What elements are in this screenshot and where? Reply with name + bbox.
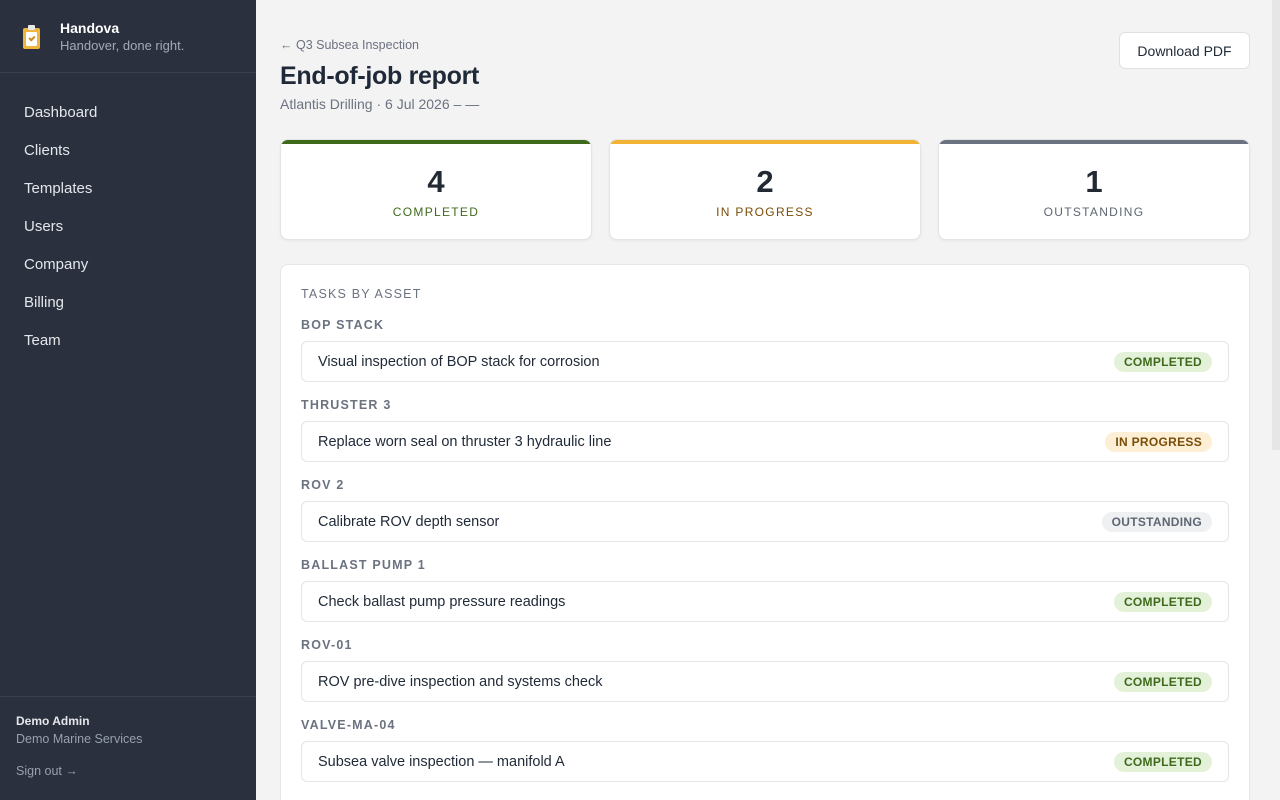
task-title: Visual inspection of BOP stack for corro… xyxy=(318,353,600,370)
asset-group: VALVE-MA-04 Subsea valve inspection — ma… xyxy=(301,718,1229,782)
task-title: ROV pre-dive inspection and systems chec… xyxy=(318,673,603,690)
asset-label: VALVE-MA-04 xyxy=(301,718,396,732)
sidebar-item-team[interactable]: Team xyxy=(0,321,256,359)
status-badge: COMPLETED xyxy=(1113,591,1212,612)
page-subtitle: Atlantis Drilling · 6 Jul 2026 – — xyxy=(280,96,480,112)
stat-value: 1 xyxy=(1085,164,1103,199)
asset-label: BALLAST PUMP 1 xyxy=(301,558,426,572)
stat-accent-bar xyxy=(281,140,591,144)
task-title: Replace worn seal on thruster 3 hydrauli… xyxy=(318,433,612,450)
status-badge: COMPLETED xyxy=(1113,751,1212,772)
sidebar-item-templates[interactable]: Templates xyxy=(0,169,256,207)
task-row[interactable]: Visual inspection of BOP stack for corro… xyxy=(301,341,1229,382)
status-badge: COMPLETED xyxy=(1113,351,1212,372)
asset-group: ROV-01 ROV pre-dive inspection and syste… xyxy=(301,638,1229,702)
main-content: ← Q3 Subsea Inspection End-of-job report… xyxy=(256,0,1280,800)
asset-label: THRUSTER 3 xyxy=(301,398,392,412)
asset-group: BALLAST PUMP 1 Check ballast pump pressu… xyxy=(301,558,1229,622)
sidebar-item-billing[interactable]: Billing xyxy=(0,283,256,321)
asset-label: ROV 2 xyxy=(301,478,345,492)
scrollbar[interactable] xyxy=(1272,0,1280,450)
status-badge: COMPLETED xyxy=(1113,671,1212,692)
download-pdf-button[interactable]: Download PDF xyxy=(1119,32,1250,69)
stat-accent-bar xyxy=(939,140,1249,144)
sign-out-link[interactable]: Sign out → xyxy=(16,764,78,778)
stat-label: COMPLETED xyxy=(392,205,480,219)
sidebar-item-clients[interactable]: Clients xyxy=(0,131,256,169)
task-row[interactable]: Replace worn seal on thruster 3 hydrauli… xyxy=(301,421,1229,462)
stat-card-outstanding: 1 OUTSTANDING xyxy=(938,139,1250,240)
task-row[interactable]: Check ballast pump pressure readings COM… xyxy=(301,581,1229,622)
asset-label: BOP STACK xyxy=(301,318,385,332)
page-title: End-of-job report xyxy=(280,62,480,90)
stat-card-completed: 4 COMPLETED xyxy=(280,139,592,240)
section-heading: TASKS BY ASSET xyxy=(301,287,422,301)
asset-group: ROV 2 Calibrate ROV depth sensor OUTSTAN… xyxy=(301,478,1229,542)
stat-value: 2 xyxy=(756,164,774,199)
user-name: Demo Admin xyxy=(16,714,90,728)
brand-tagline: Handover, done right. xyxy=(60,38,185,53)
task-title: Calibrate ROV depth sensor xyxy=(318,513,500,530)
sidebar-item-users[interactable]: Users xyxy=(0,207,256,245)
tasks-by-asset-card: TASKS BY ASSET BOP STACK Visual inspecti… xyxy=(280,264,1250,800)
sidebar-item-dashboard[interactable]: Dashboard xyxy=(0,93,256,131)
stat-accent-bar xyxy=(610,140,920,144)
breadcrumb-back-link[interactable]: ← Q3 Subsea Inspection xyxy=(280,38,419,52)
status-badge: IN PROGRESS xyxy=(1105,431,1212,452)
task-title: Subsea valve inspection — manifold A xyxy=(318,753,565,770)
stat-label: OUTSTANDING xyxy=(1043,205,1145,219)
task-title: Check ballast pump pressure readings xyxy=(318,593,566,610)
user-panel: Demo Admin Demo Marine Services Sign out… xyxy=(0,696,256,800)
brand-name: Handova xyxy=(60,20,120,36)
asset-label: ROV-01 xyxy=(301,638,353,652)
sidebar-item-company[interactable]: Company xyxy=(0,245,256,283)
task-row[interactable]: ROV pre-dive inspection and systems chec… xyxy=(301,661,1229,702)
status-summary: 4 COMPLETED 2 IN PROGRESS 1 OUTSTANDING xyxy=(280,139,1250,240)
asset-group: THRUSTER 3 Replace worn seal on thruster… xyxy=(301,398,1229,462)
stat-label: IN PROGRESS xyxy=(716,205,814,219)
brand[interactable]: Handova Handover, done right. xyxy=(0,0,256,73)
task-row[interactable]: Subsea valve inspection — manifold A COM… xyxy=(301,741,1229,782)
task-row[interactable]: Calibrate ROV depth sensor OUTSTANDING xyxy=(301,501,1229,542)
user-org: Demo Marine Services xyxy=(16,732,143,746)
status-badge: OUTSTANDING xyxy=(1101,511,1212,532)
asset-group: BOP STACK Visual inspection of BOP stack… xyxy=(301,318,1229,382)
stat-card-in-progress: 2 IN PROGRESS xyxy=(609,139,921,240)
sidebar-nav: Dashboard Clients Templates Users Compan… xyxy=(0,73,256,359)
stat-value: 4 xyxy=(427,164,445,199)
sidebar: Handova Handover, done right. Dashboard … xyxy=(0,0,256,800)
clipboard-logo-icon xyxy=(23,25,41,49)
